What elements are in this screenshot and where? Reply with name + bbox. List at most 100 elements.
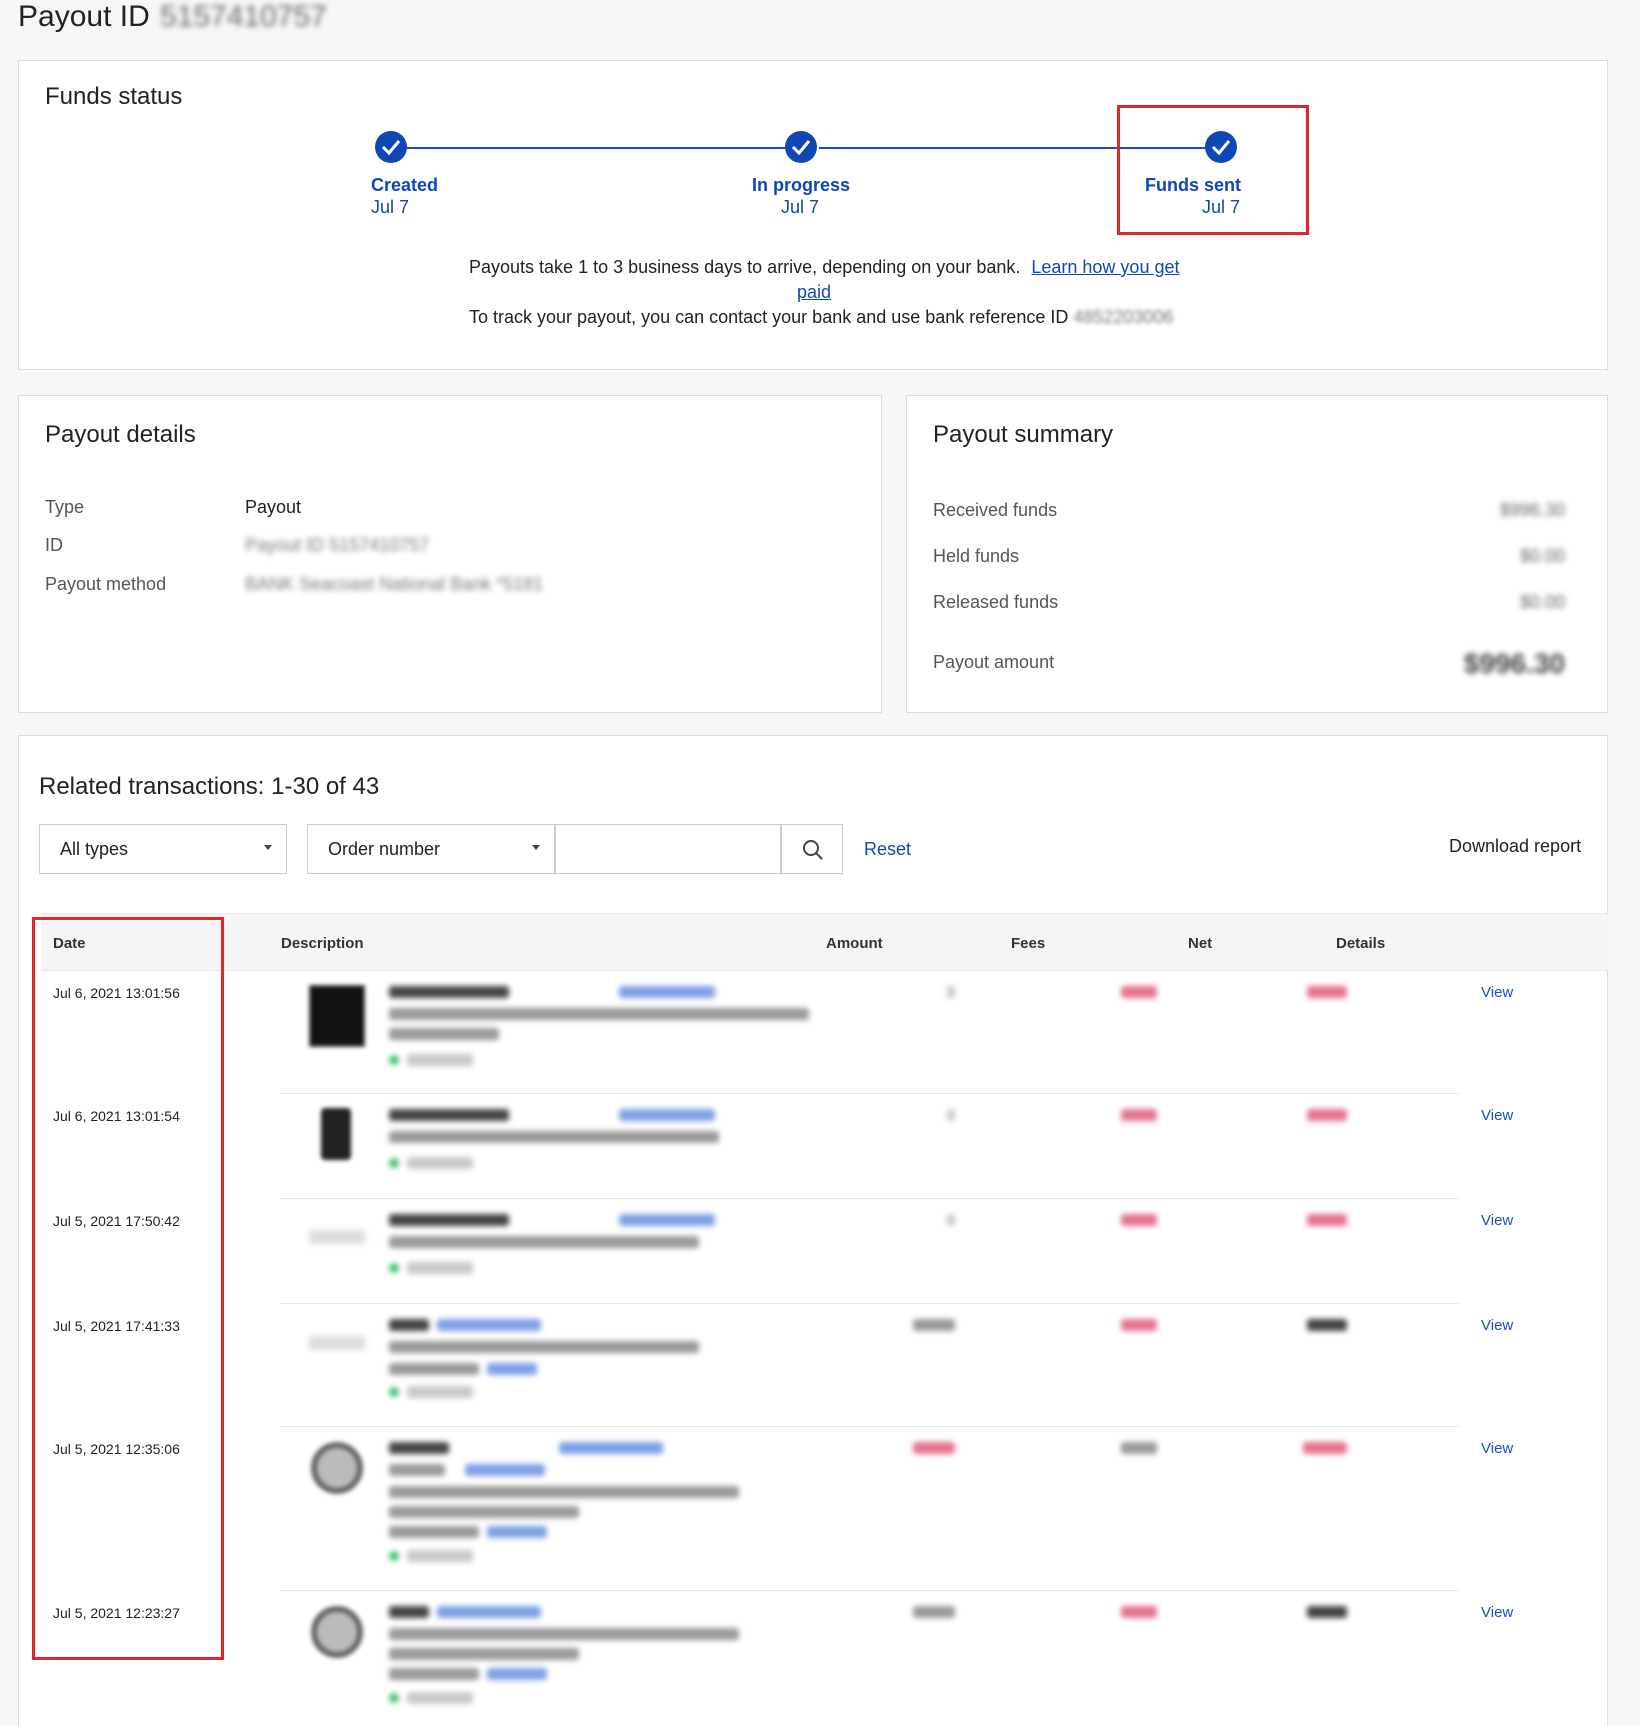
type-filter-value: All types — [60, 839, 129, 859]
reset-link[interactable]: Reset — [864, 839, 911, 860]
description-line — [389, 1464, 445, 1476]
status-dot — [389, 1693, 399, 1703]
payout-amount-label: Payout amount — [933, 652, 1055, 672]
description-link — [437, 1319, 541, 1331]
view-link[interactable]: View — [1481, 1212, 1513, 1229]
description-line — [389, 1028, 499, 1040]
status-dot — [389, 1551, 399, 1561]
id-value: Payout ID 5157410757 — [245, 535, 430, 555]
funds-status-card: Funds status Created Jul 7 In progress J… — [18, 60, 1608, 370]
payout-method-label: Payout method — [45, 574, 167, 594]
step-created-check-icon — [375, 131, 407, 163]
payout-summary-card: Payout summary Received funds $996.30 He… — [906, 395, 1608, 713]
product-thumbnail — [311, 1606, 363, 1658]
fees-value — [1121, 1109, 1157, 1121]
row-divider — [281, 1303, 1459, 1304]
held-funds-value: $0.00 — [1519, 546, 1565, 566]
status-text — [407, 1262, 473, 1274]
description-line — [389, 1131, 719, 1143]
type-label: Type — [45, 497, 85, 517]
product-thumbnail — [321, 1108, 351, 1160]
column-net: Net — [1188, 935, 1213, 952]
status-text — [407, 1692, 473, 1704]
type-filter-select[interactable]: All types — [39, 824, 287, 874]
payout-timing-message: Payouts take 1 to 3 business days to arr… — [469, 257, 1021, 277]
status-text — [407, 1157, 473, 1169]
description-line — [389, 1668, 479, 1680]
received-funds-value: $996.30 — [1499, 500, 1565, 520]
description-link — [619, 1214, 715, 1226]
search-field-select[interactable]: Order number — [307, 824, 555, 874]
type-value: Payout — [245, 497, 302, 517]
description-link — [559, 1442, 663, 1454]
payout-details-card: Payout details Type Payout ID Payout ID … — [18, 395, 882, 713]
view-link[interactable]: View — [1481, 1317, 1513, 1334]
status-text — [407, 1386, 473, 1398]
learn-how-paid-link[interactable]: Learn how you get — [1031, 257, 1179, 277]
description-link — [487, 1668, 547, 1680]
payout-summary-title: Payout summary — [933, 421, 1114, 448]
row-divider — [281, 1590, 1459, 1591]
view-link[interactable]: View — [1481, 1604, 1513, 1621]
status-dot — [389, 1387, 399, 1397]
amount-value — [913, 1442, 955, 1454]
funds-status-title: Funds status — [45, 83, 183, 110]
description-link — [465, 1464, 545, 1476]
status-dot — [389, 1158, 399, 1168]
amount-value — [947, 986, 955, 998]
description-link — [487, 1363, 537, 1375]
description-line — [389, 1363, 479, 1375]
description-link — [437, 1606, 541, 1618]
status-dot — [389, 1055, 399, 1065]
progress-track-1 — [407, 147, 797, 149]
caret-down-icon — [264, 845, 272, 850]
download-report-link[interactable]: Download report — [1449, 836, 1581, 857]
product-thumbnail — [311, 1442, 363, 1494]
bank-reference-message: To track your payout, you can contact yo… — [469, 307, 1069, 327]
row-divider — [281, 1093, 1459, 1094]
caret-down-icon — [532, 845, 540, 850]
search-button[interactable] — [781, 824, 843, 874]
date-column-highlight — [32, 917, 224, 1660]
description-line — [389, 1526, 479, 1538]
view-link[interactable]: View — [1481, 984, 1513, 1001]
related-transactions-card: Related transactions: 1-30 of 43 All typ… — [18, 735, 1609, 1726]
bank-reference-text: To track your payout, you can contact yo… — [469, 307, 1173, 328]
search-field-value: Order number — [328, 839, 441, 859]
column-details: Details — [1336, 935, 1386, 952]
description-line — [389, 986, 509, 998]
fees-value — [1121, 986, 1157, 998]
description-line — [389, 1319, 429, 1331]
column-amount: Amount — [826, 935, 883, 952]
related-transactions-title: Related transactions: 1-30 of 43 — [39, 773, 380, 800]
payout-details-title: Payout details — [45, 421, 196, 448]
step-in-progress-check-icon — [785, 131, 817, 163]
held-funds-label: Held funds — [933, 546, 1020, 566]
amount-value — [947, 1214, 955, 1226]
description-line — [389, 1008, 809, 1020]
step-in-progress-label: In progress — [752, 175, 851, 195]
description-line — [389, 1236, 699, 1248]
order-number-input[interactable] — [555, 824, 781, 874]
learn-how-paid-link-paid[interactable]: paid — [797, 282, 831, 302]
fees-value — [1121, 1214, 1157, 1226]
net-value — [1307, 1319, 1347, 1331]
transactions-table-header: Date Description Amount Fees Net Details — [41, 913, 1609, 971]
payout-method-value: BANK Seacoast National Bank *5181 — [245, 574, 544, 594]
view-link[interactable]: View — [1481, 1107, 1513, 1124]
step-in-progress-date: Jul 7 — [781, 197, 820, 217]
product-thumbnail — [309, 1336, 365, 1350]
description-line — [389, 1506, 579, 1518]
description-line — [389, 1109, 509, 1121]
status-text — [407, 1054, 473, 1066]
row-divider — [281, 1198, 1459, 1199]
net-value — [1303, 1442, 1347, 1454]
fees-value — [1121, 1442, 1157, 1454]
payout-timing-text: Payouts take 1 to 3 business days to arr… — [469, 257, 1179, 278]
description-line — [389, 1442, 449, 1454]
view-link[interactable]: View — [1481, 1440, 1513, 1457]
id-label: ID — [45, 535, 63, 555]
description-line — [389, 1214, 509, 1226]
description-line — [389, 1606, 429, 1618]
learn-how-paid-link-cont[interactable]: paid — [797, 282, 831, 303]
